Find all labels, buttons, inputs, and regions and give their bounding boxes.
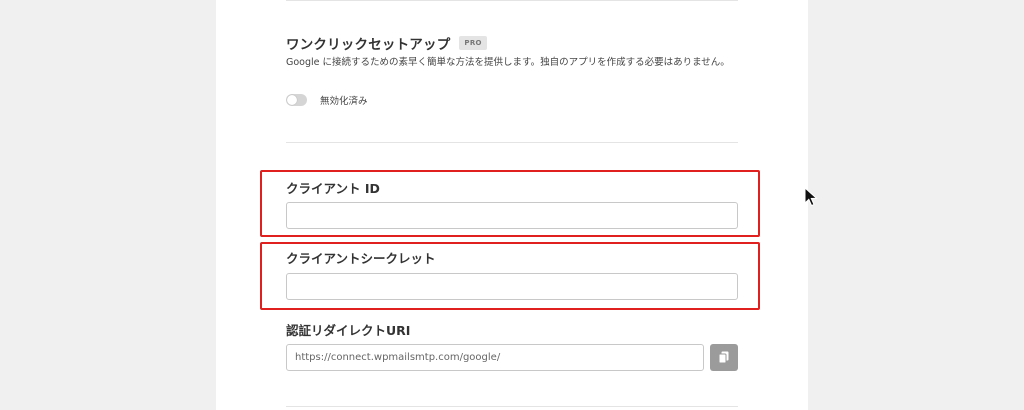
redirect-uri-label: 認証リダイレクトURI xyxy=(286,323,411,338)
client-id-highlight-box xyxy=(260,170,760,237)
one-click-setup-description: Google に接続するための素早く簡単な方法を提供します。独自のアプリを作成す… xyxy=(286,57,730,68)
divider xyxy=(286,0,738,1)
divider xyxy=(286,406,738,407)
one-click-setup-title: ワンクリックセットアップ xyxy=(286,37,451,53)
divider xyxy=(286,142,738,143)
one-click-toggle[interactable] xyxy=(286,94,307,106)
copy-icon xyxy=(718,351,729,364)
redirect-uri-input[interactable] xyxy=(286,344,704,371)
one-click-toggle-row: 無効化済み xyxy=(286,93,368,107)
mouse-pointer-icon xyxy=(804,187,818,207)
toggle-knob xyxy=(287,95,297,105)
pro-badge: PRO xyxy=(459,36,487,50)
toggle-status-label: 無効化済み xyxy=(320,96,368,107)
client-secret-highlight-box xyxy=(260,242,760,310)
one-click-setup-header: ワンクリックセットアップ PRO xyxy=(286,33,487,53)
copy-uri-button[interactable] xyxy=(710,344,738,371)
